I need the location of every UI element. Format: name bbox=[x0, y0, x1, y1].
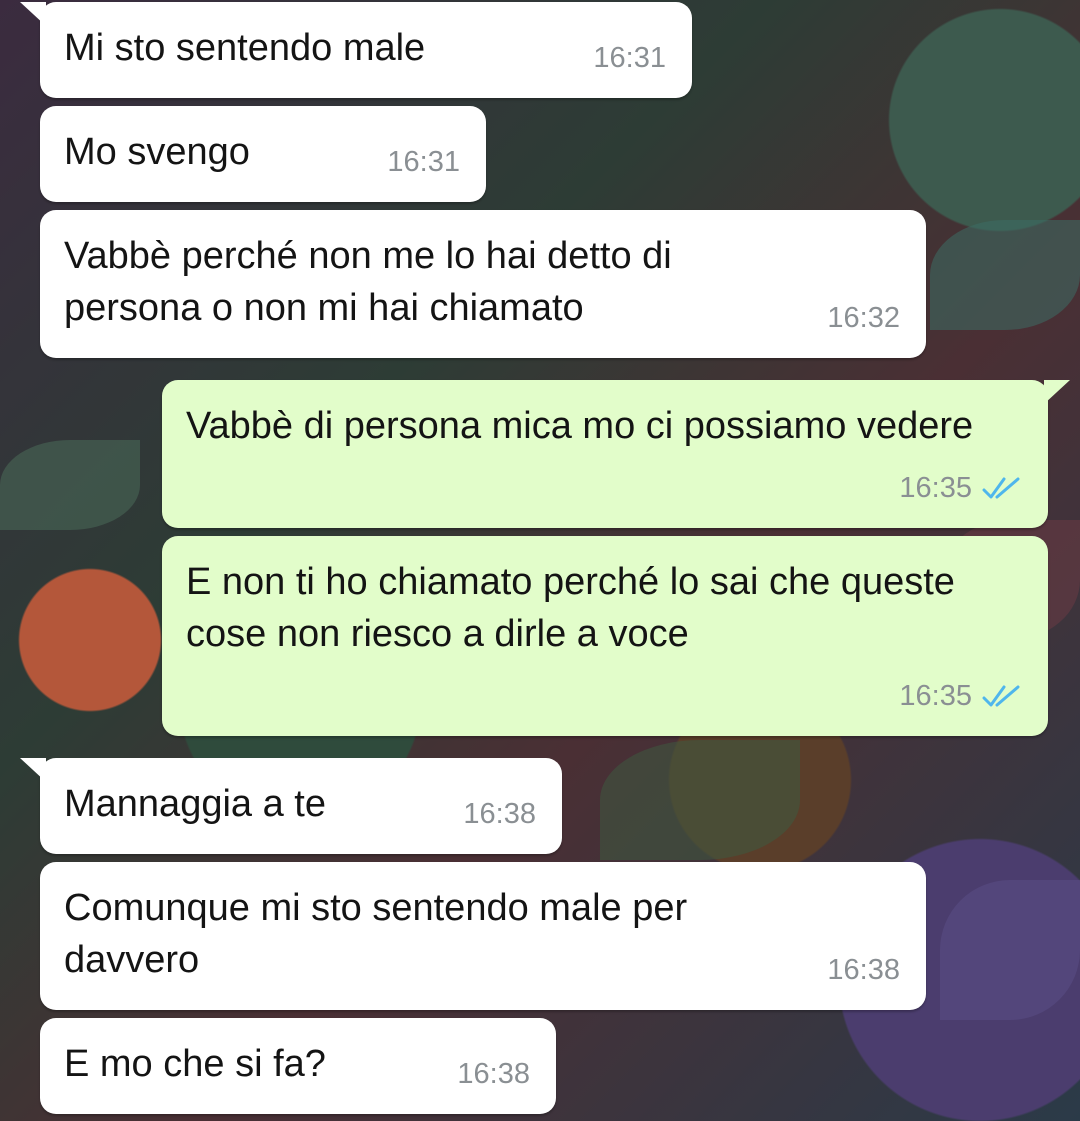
message-time: 16:38 bbox=[463, 798, 536, 830]
message-meta: 16:38 bbox=[827, 944, 900, 996]
bubble-tail bbox=[1044, 380, 1070, 404]
message-text: Mi sto sentendo male bbox=[64, 27, 426, 69]
message-time: 16:31 bbox=[593, 42, 666, 74]
message-bubble-incoming[interactable]: Mo svengo 16:31 bbox=[40, 106, 486, 202]
message-bubble-incoming[interactable]: Mi sto sentendo male 16:31 bbox=[20, 2, 692, 98]
message-text: Vabbè di persona mica mo ci possiamo ved… bbox=[186, 405, 974, 447]
message-text: E non ti ho chiamato perché lo sai che q… bbox=[186, 561, 966, 655]
message-meta: 16:32 bbox=[827, 292, 900, 344]
message-bubble-outgoing[interactable]: E non ti ho chiamato perché lo sai che q… bbox=[162, 536, 1048, 736]
message-meta: 16:31 bbox=[593, 32, 666, 84]
bubble-tail bbox=[20, 758, 46, 782]
message-bubble-outgoing[interactable]: Vabbè di persona mica mo ci possiamo ved… bbox=[162, 380, 1070, 528]
message-time: 16:38 bbox=[457, 1058, 530, 1090]
chat-thread: Mi sto sentendo male 16:31 Mo svengo 16:… bbox=[0, 0, 1080, 1121]
message-meta: 16:38 bbox=[457, 1048, 530, 1100]
message-time: 16:35 bbox=[899, 680, 972, 712]
message-time: 16:31 bbox=[387, 146, 460, 178]
message-time: 16:35 bbox=[899, 472, 972, 504]
read-double-check-icon bbox=[982, 685, 1020, 707]
message-meta: 16:38 bbox=[463, 788, 536, 840]
message-text: Vabbè perché non me lo hai detto di pers… bbox=[64, 235, 683, 329]
message-bubble-incoming[interactable]: E mo che si fa? 16:38 bbox=[40, 1018, 556, 1114]
message-meta: 16:35 bbox=[899, 462, 1022, 514]
message-meta: 16:31 bbox=[387, 136, 460, 188]
message-time: 16:38 bbox=[827, 954, 900, 986]
read-double-check-icon bbox=[982, 477, 1020, 499]
message-text: Comunque mi sto sentendo male per davver… bbox=[64, 887, 698, 981]
message-bubble-incoming[interactable]: Comunque mi sto sentendo male per davver… bbox=[40, 862, 926, 1010]
message-bubble-incoming[interactable]: Mannaggia a te 16:38 bbox=[20, 758, 562, 854]
message-bubble-incoming[interactable]: Vabbè perché non me lo hai detto di pers… bbox=[40, 210, 926, 358]
bubble-tail bbox=[20, 2, 46, 26]
message-meta: 16:35 bbox=[899, 670, 1022, 722]
message-time: 16:32 bbox=[827, 302, 900, 334]
